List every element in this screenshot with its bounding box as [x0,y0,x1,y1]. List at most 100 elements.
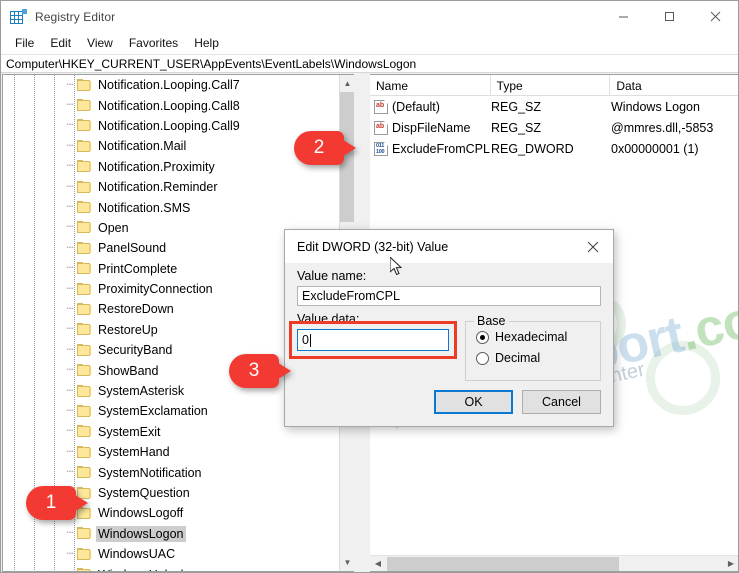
dialog-close-icon[interactable] [573,230,613,263]
menu-help[interactable]: Help [186,34,227,52]
tree-connector: ┈ [66,241,74,254]
folder-icon [77,404,92,418]
tree-item-notification-proximity[interactable]: ┈ Notification.Proximity [3,157,341,177]
tree-item-notification-looping-call7[interactable]: ┈ Notification.Looping.Call7 [3,75,341,95]
folder-icon [77,384,92,398]
tree-connector: ┈ [66,425,74,438]
tree-item-label: Notification.Looping.Call9 [98,118,240,133]
tree-connector: ┈ [66,466,74,479]
tree-scroll-down-icon[interactable]: ▼ [340,554,354,571]
dword-value-icon: 011 100 [370,141,392,156]
menu-view[interactable]: View [79,34,121,52]
tree-item-notification-sms[interactable]: ┈ Notification.SMS [3,197,341,217]
tree-item-label: SystemExclamation [98,404,208,419]
tree-item-label: Notification.Proximity [98,159,215,174]
tree-item-label: RestoreUp [98,322,158,337]
folder-icon [77,160,92,173]
close-button[interactable] [692,1,738,32]
tree-item-label: Notification.Reminder [98,180,218,195]
radio-decimal-icon [476,351,489,365]
tree-item-label: Open [98,220,129,235]
tree-item-windowsunlock[interactable]: ┈ WindowsUnlock [3,564,341,571]
column-header-type[interactable]: Type [491,75,611,96]
radio-hexadecimal[interactable]: Hexadecimal [476,330,590,344]
title-bar: Registry Editor [1,1,738,32]
address-bar[interactable]: Computer\HKEY_CURRENT_USER\AppEvents\Eve… [1,54,738,73]
edit-dword-dialog: Edit DWORD (32-bit) Value Value name: Ex… [284,229,614,427]
tree-item-notification-mail[interactable]: ┈ Notification.Mail [3,136,341,156]
tree-item-systemhand[interactable]: ┈ SystemHand [3,442,341,462]
menu-file[interactable]: File [7,34,42,52]
value-name: DispFileName [392,120,471,135]
menu-favorites[interactable]: Favorites [121,34,186,52]
radio-decimal[interactable]: Decimal [476,351,590,365]
folder-icon [77,99,92,112]
folder-icon [77,343,92,357]
dialog-buttons: OK Cancel [434,390,601,414]
value-row-default[interactable]: ab (Default) REG_SZ Windows Logon [370,96,738,117]
value-name: (Default) [392,99,440,114]
value-data-input[interactable]: 0 [297,329,449,351]
text-caret [309,333,311,347]
tree-item-label: Notification.Looping.Call7 [98,78,240,93]
tree-item-notification-looping-call8[interactable]: ┈ Notification.Looping.Call8 [3,95,341,115]
tree-item-notification-reminder[interactable]: ┈ Notification.Reminder [3,177,341,197]
registry-editor-icon [10,8,27,25]
tree-item-label: ProximityConnection [98,282,213,297]
folder-icon [77,282,92,296]
tree-item-windowsuac[interactable]: ┈ WindowsUAC [3,544,341,564]
cancel-button[interactable]: Cancel [522,390,601,414]
value-row-dispfilename[interactable]: ab DispFileName REG_SZ @mmres.dll,-5853 [370,117,738,138]
value-type: REG_SZ [491,99,542,114]
folder-icon [77,78,92,92]
tree-item-label: SystemNotification [98,465,202,480]
value-name: ExcludeFromCPL [392,141,490,156]
value-type: REG_SZ [491,120,542,135]
tree-connector: ┈ [66,527,74,540]
value-row-excludefromcpl[interactable]: 011 100 ExcludeFromCPL REG_DWORD 0x00000001 … [370,138,738,159]
tree-connector: ┈ [66,302,74,315]
ok-button[interactable]: OK [434,390,513,414]
tree-item-label: WindowsUnlock [96,567,190,571]
values-horizontal-scrollbar[interactable]: ◀ ▶ [370,555,738,572]
tree-item-label: SecurityBand [98,343,173,358]
folder-icon [77,201,92,214]
tree-item-label: Notification.Mail [98,139,187,154]
tree-item-label: SystemHand [98,445,170,460]
menu-bar: File Edit View Favorites Help [1,32,738,54]
menu-edit[interactable]: Edit [42,34,79,52]
tree-item-label: PanelSound [98,241,167,256]
values-scroll-right-icon[interactable]: ▶ [723,556,738,572]
tree-item-systemnotification[interactable]: ┈ SystemNotification [3,462,341,482]
callout-3: 3 [229,354,291,388]
folder-icon [77,323,92,336]
tree-connector: ┈ [66,384,74,397]
column-header-data[interactable]: Data [610,75,738,96]
maximize-button[interactable] [646,1,692,32]
tree-connector: ┈ [66,343,74,356]
folder-icon [77,180,92,194]
tree-connector: ┈ [66,323,74,336]
folder-icon [77,302,92,316]
tree-connector: ┈ [66,99,74,112]
tree-item-notification-looping-call9[interactable]: ┈ Notification.Looping.Call9 [3,116,341,136]
value-name-input[interactable]: ExcludeFromCPL [297,286,601,306]
radio-hexadecimal-icon [476,330,489,344]
values-list[interactable]: ab (Default) REG_SZ Windows Logon ab DispFile… [370,96,738,159]
minimize-button[interactable] [600,1,646,32]
folder-icon [77,466,92,479]
tree-item-windowslogon[interactable]: ┈ WindowsLogon [3,524,341,544]
tree-connector: ┈ [66,201,74,214]
tree-scroll-up-icon[interactable]: ▲ [340,75,354,92]
column-header-name[interactable]: Name [370,75,491,96]
window-controls [600,1,738,32]
tree-item-label: WindowsUAC [98,547,176,562]
values-scroll-left-icon[interactable]: ◀ [370,556,386,572]
value-data-label: Value data: [297,312,360,326]
folder-icon [77,262,92,275]
tree-item-label: SystemQuestion [98,486,190,500]
values-scroll-thumb[interactable] [387,556,619,571]
tree-connector: ┈ [66,78,74,91]
tree-connector: ┈ [66,282,74,295]
folder-icon [77,221,92,234]
